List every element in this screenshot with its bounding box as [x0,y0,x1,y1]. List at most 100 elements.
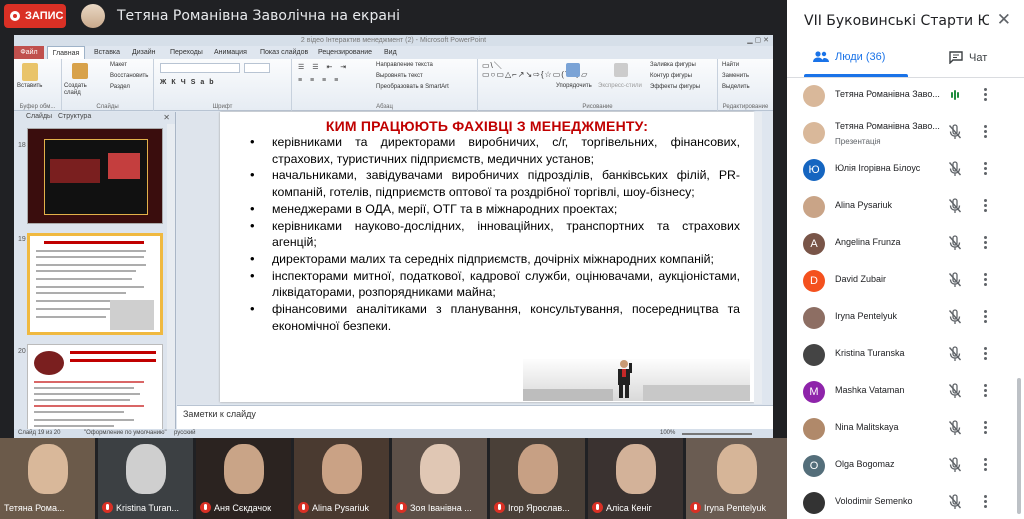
quick-styles-icon[interactable] [614,63,628,77]
more-options-icon[interactable] [982,160,988,178]
participant-tile[interactable]: Аліса Кеніг [588,438,683,519]
window-controls[interactable]: ▁ ▢ ✕ [747,36,769,44]
more-options-icon[interactable] [982,308,988,326]
create-slide-button[interactable]: Создать слайд [64,83,104,97]
notes-pane[interactable]: Заметки к слайду [177,405,773,429]
find-button[interactable]: Найти [722,62,739,68]
slide-thumbnail-19[interactable] [27,233,163,335]
more-options-icon[interactable] [982,382,988,400]
more-options-icon[interactable] [982,123,988,141]
mic-off-icon[interactable] [948,346,962,362]
tab-slideshow[interactable]: Показ слайдов [260,49,308,56]
participant-row[interactable]: Volodimir Semenko [787,485,1024,519]
new-slide-icon[interactable] [72,63,88,79]
tab-design[interactable]: Дизайн [132,49,156,56]
participant-row[interactable]: O Olga Bogomaz [787,448,1024,485]
participant-row[interactable]: Ю Юлія Ігорівна Білоус [787,152,1024,189]
participant-tile[interactable]: Тетяна Рома... [0,438,95,519]
more-options-icon[interactable] [982,271,988,289]
slide-thumbnail-18[interactable] [27,128,163,224]
replace-button[interactable]: Заменить [722,73,749,79]
participant-row[interactable]: Kristina Turanska [787,337,1024,374]
close-icon[interactable]: ✕ [997,10,1011,30]
mic-off-icon[interactable] [948,457,962,473]
more-options-icon[interactable] [982,493,988,511]
slide-scrollbar[interactable] [754,112,762,404]
tab-people[interactable]: Люди (36) [813,51,885,63]
participant-name: Alina Pysariuk [835,200,893,210]
mic-off-icon[interactable] [948,235,962,251]
paste-button[interactable]: Вставить [17,83,42,89]
record-badge[interactable]: ЗАПИС [4,4,66,28]
tab-review[interactable]: Рецензирование [318,49,372,56]
mic-off-icon[interactable] [948,420,962,436]
paste-icon[interactable] [22,63,38,81]
mic-off-icon[interactable] [948,161,962,177]
text-direction-button[interactable]: Направление текста [376,62,433,68]
mic-off-icon[interactable] [948,309,962,325]
list-buttons[interactable]: ☰ ☰ ⇤ ⇥ [298,63,349,71]
select-button[interactable]: Выделить [722,84,750,90]
more-options-icon[interactable] [982,456,988,474]
tab-animation[interactable]: Анимация [214,49,247,56]
participant-row[interactable]: Nina Malitskaya [787,411,1024,448]
align-buttons[interactable]: ≡ ≡ ≡ ≡ [298,77,341,84]
participant-tile[interactable]: Зоя Іванівна ... [392,438,487,519]
tab-view[interactable]: Вид [384,49,397,56]
font-size-select[interactable] [244,63,270,73]
participant-row[interactable]: A Angelina Frunza [787,226,1024,263]
panel-close-icon[interactable]: ✕ [163,113,170,122]
more-options-icon[interactable] [982,234,988,252]
participant-row[interactable]: Iryna Pentelyuk [787,300,1024,337]
panel-tab-slides[interactable]: Слайды [26,113,52,120]
slide-thumbnail-20[interactable] [27,344,163,431]
mic-off-icon[interactable] [948,124,962,140]
participant-row[interactable]: D David Zubair [787,263,1024,300]
shape-outline-button[interactable]: Контур фигуры [650,73,692,79]
participant-row[interactable]: Alina Pysariuk [787,189,1024,226]
people-scrollbar[interactable] [1017,378,1021,514]
participant-row[interactable]: Тетяна Романівна Заво... [787,78,1024,115]
participant-row[interactable]: Тетяна Романівна Заво... Презентація [787,115,1024,152]
arrange-button[interactable]: Упорядочить [556,83,592,89]
zoom-level[interactable]: 100% [660,430,675,436]
participant-tile[interactable]: Аня Сєкдачок [196,438,291,519]
shape-effects-button[interactable]: Эффекты фигуры [650,84,700,90]
tab-chat[interactable]: Чат [949,51,987,64]
font-format-buttons[interactable]: ЖКЧSab [160,79,219,86]
reset-button[interactable]: Восстановить [110,73,148,79]
tab-home[interactable]: Главная [47,46,85,59]
mic-off-icon[interactable] [948,494,962,510]
quick-styles-button[interactable]: Экспресс-стили [598,83,642,89]
arrange-icon[interactable] [566,63,580,77]
shape-fill-button[interactable]: Заливка фигуры [650,62,696,68]
tab-file[interactable]: Файл [14,46,44,59]
more-options-icon[interactable] [982,345,988,363]
more-options-icon[interactable] [982,86,988,104]
tab-transitions[interactable]: Переходы [170,49,203,56]
align-text-button[interactable]: Выровнять текст [376,73,423,79]
layout-button[interactable]: Макет [110,62,127,68]
group-label: Редактирование [722,104,769,110]
current-slide[interactable]: КИМ ПРАЦЮЮТЬ ФАХІВЦІ З МЕНЕДЖМЕНТУ: кері… [220,112,754,402]
panel-tab-outline[interactable]: Структура [58,113,91,120]
tab-insert[interactable]: Вставка [94,49,120,56]
participant-tile[interactable]: Kristina Turan... [98,438,193,519]
mic-off-icon[interactable] [948,272,962,288]
zoom-slider[interactable] [682,433,752,435]
audio-level-icon[interactable] [948,87,962,103]
mic-off-icon[interactable] [948,198,962,214]
panel-scrollbar[interactable] [167,124,175,431]
participant-tile[interactable]: Iryna Pentelyuk [686,438,787,519]
participant-tile[interactable]: Ігор Ярослав... [490,438,585,519]
smartart-button[interactable]: Преобразовать в SmartArt [376,84,449,90]
mic-off-icon[interactable] [948,383,962,399]
shapes-gallery[interactable]: ▭\＼▭○▭△⌐↗↘⇨{☆▭(⌒◇▱ [482,61,587,79]
participant-tile[interactable]: Alina Pysariuk [294,438,389,519]
participant-row[interactable]: M Mashka Vatаman [787,374,1024,411]
more-options-icon[interactable] [982,197,988,215]
font-name-select[interactable] [160,63,240,73]
section-button[interactable]: Раздел [110,84,130,90]
presenter-title: Тетяна Романівна Заволічна на екрані [117,8,400,24]
more-options-icon[interactable] [982,419,988,437]
